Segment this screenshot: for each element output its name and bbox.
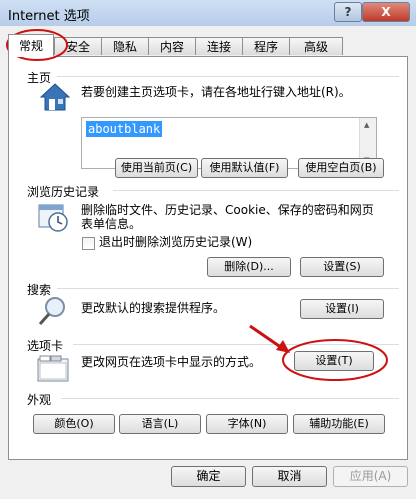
fonts-button[interactable]: 字体(N) bbox=[206, 414, 288, 434]
history-section-label: 浏览历史记录 bbox=[27, 185, 100, 199]
tab-connections[interactable]: 连接 bbox=[195, 37, 243, 55]
tab-strip: 常规 安全 隐私 内容 连接 程序 高级 bbox=[8, 34, 408, 57]
search-divider bbox=[57, 288, 399, 289]
homepage-url-text: aboutblank bbox=[86, 121, 163, 137]
history-description-line1: 删除临时文件、历史记录、Cookie、保存的密码和网页 bbox=[81, 203, 374, 217]
search-settings-button[interactable]: 设置(I) bbox=[300, 299, 384, 319]
delete-on-exit-checkbox[interactable] bbox=[82, 237, 95, 250]
ok-button[interactable]: 确定 bbox=[171, 466, 246, 487]
tab-content[interactable]: 内容 bbox=[148, 37, 196, 55]
window-title: Internet 选项 bbox=[8, 9, 90, 24]
tab-security[interactable]: 安全 bbox=[54, 37, 102, 55]
history-icon bbox=[38, 204, 68, 232]
tab-programs[interactable]: 程序 bbox=[242, 37, 290, 55]
scroll-up-arrow-icon[interactable]: ▲ bbox=[364, 121, 369, 129]
use-current-button[interactable]: 使用当前页(C) bbox=[115, 158, 198, 178]
history-settings-button[interactable]: 设置(S) bbox=[300, 257, 384, 277]
close-button[interactable]: X bbox=[362, 2, 410, 22]
delete-on-exit-label: 退出时删除浏览历史记录(W) bbox=[99, 235, 253, 249]
appearance-divider bbox=[61, 398, 399, 399]
history-divider bbox=[113, 190, 399, 191]
delete-history-button[interactable]: 删除(D)... bbox=[207, 257, 291, 277]
colors-button[interactable]: 颜色(O) bbox=[33, 414, 115, 434]
tab-privacy[interactable]: 隐私 bbox=[101, 37, 149, 55]
home-icon bbox=[39, 83, 71, 111]
homepage-description: 若要创建主页选项卡，请在各地址行键入地址(R)。 bbox=[81, 85, 351, 99]
cancel-button[interactable]: 取消 bbox=[252, 466, 327, 487]
tab-general[interactable]: 常规 bbox=[8, 34, 54, 57]
dialog-body: 常规 安全 隐私 内容 连接 程序 高级 主页 若要创建主页选项卡，请在各地址行… bbox=[0, 26, 416, 499]
use-default-button[interactable]: 使用默认值(F) bbox=[201, 158, 288, 178]
accessibility-button[interactable]: 辅助功能(E) bbox=[293, 414, 385, 434]
tabbed-window-icon bbox=[37, 355, 69, 382]
help-button[interactable]: ? bbox=[334, 2, 362, 22]
tabs-section-label: 选项卡 bbox=[27, 339, 64, 353]
languages-button[interactable]: 语言(L) bbox=[119, 414, 201, 434]
apply-button[interactable]: 应用(A) bbox=[333, 466, 408, 487]
title-bar: Internet 选项 ? X bbox=[0, 0, 416, 27]
tabs-divider bbox=[73, 344, 399, 345]
magnifier-icon bbox=[38, 297, 65, 326]
tabs-settings-button[interactable]: 设置(T) bbox=[294, 351, 374, 371]
use-blank-button[interactable]: 使用空白页(B) bbox=[298, 158, 384, 178]
search-description: 更改默认的搜索提供程序。 bbox=[81, 301, 226, 315]
appearance-section-label: 外观 bbox=[27, 393, 52, 407]
general-panel: 主页 若要创建主页选项卡，请在各地址行键入地址(R)。 aboutblank ▲… bbox=[8, 56, 408, 460]
tab-advanced[interactable]: 高级 bbox=[289, 37, 343, 55]
history-description-line2: 表单信息。 bbox=[81, 217, 142, 231]
tabs-description: 更改网页在选项卡中显示的方式。 bbox=[81, 355, 262, 369]
homepage-divider bbox=[57, 76, 399, 77]
